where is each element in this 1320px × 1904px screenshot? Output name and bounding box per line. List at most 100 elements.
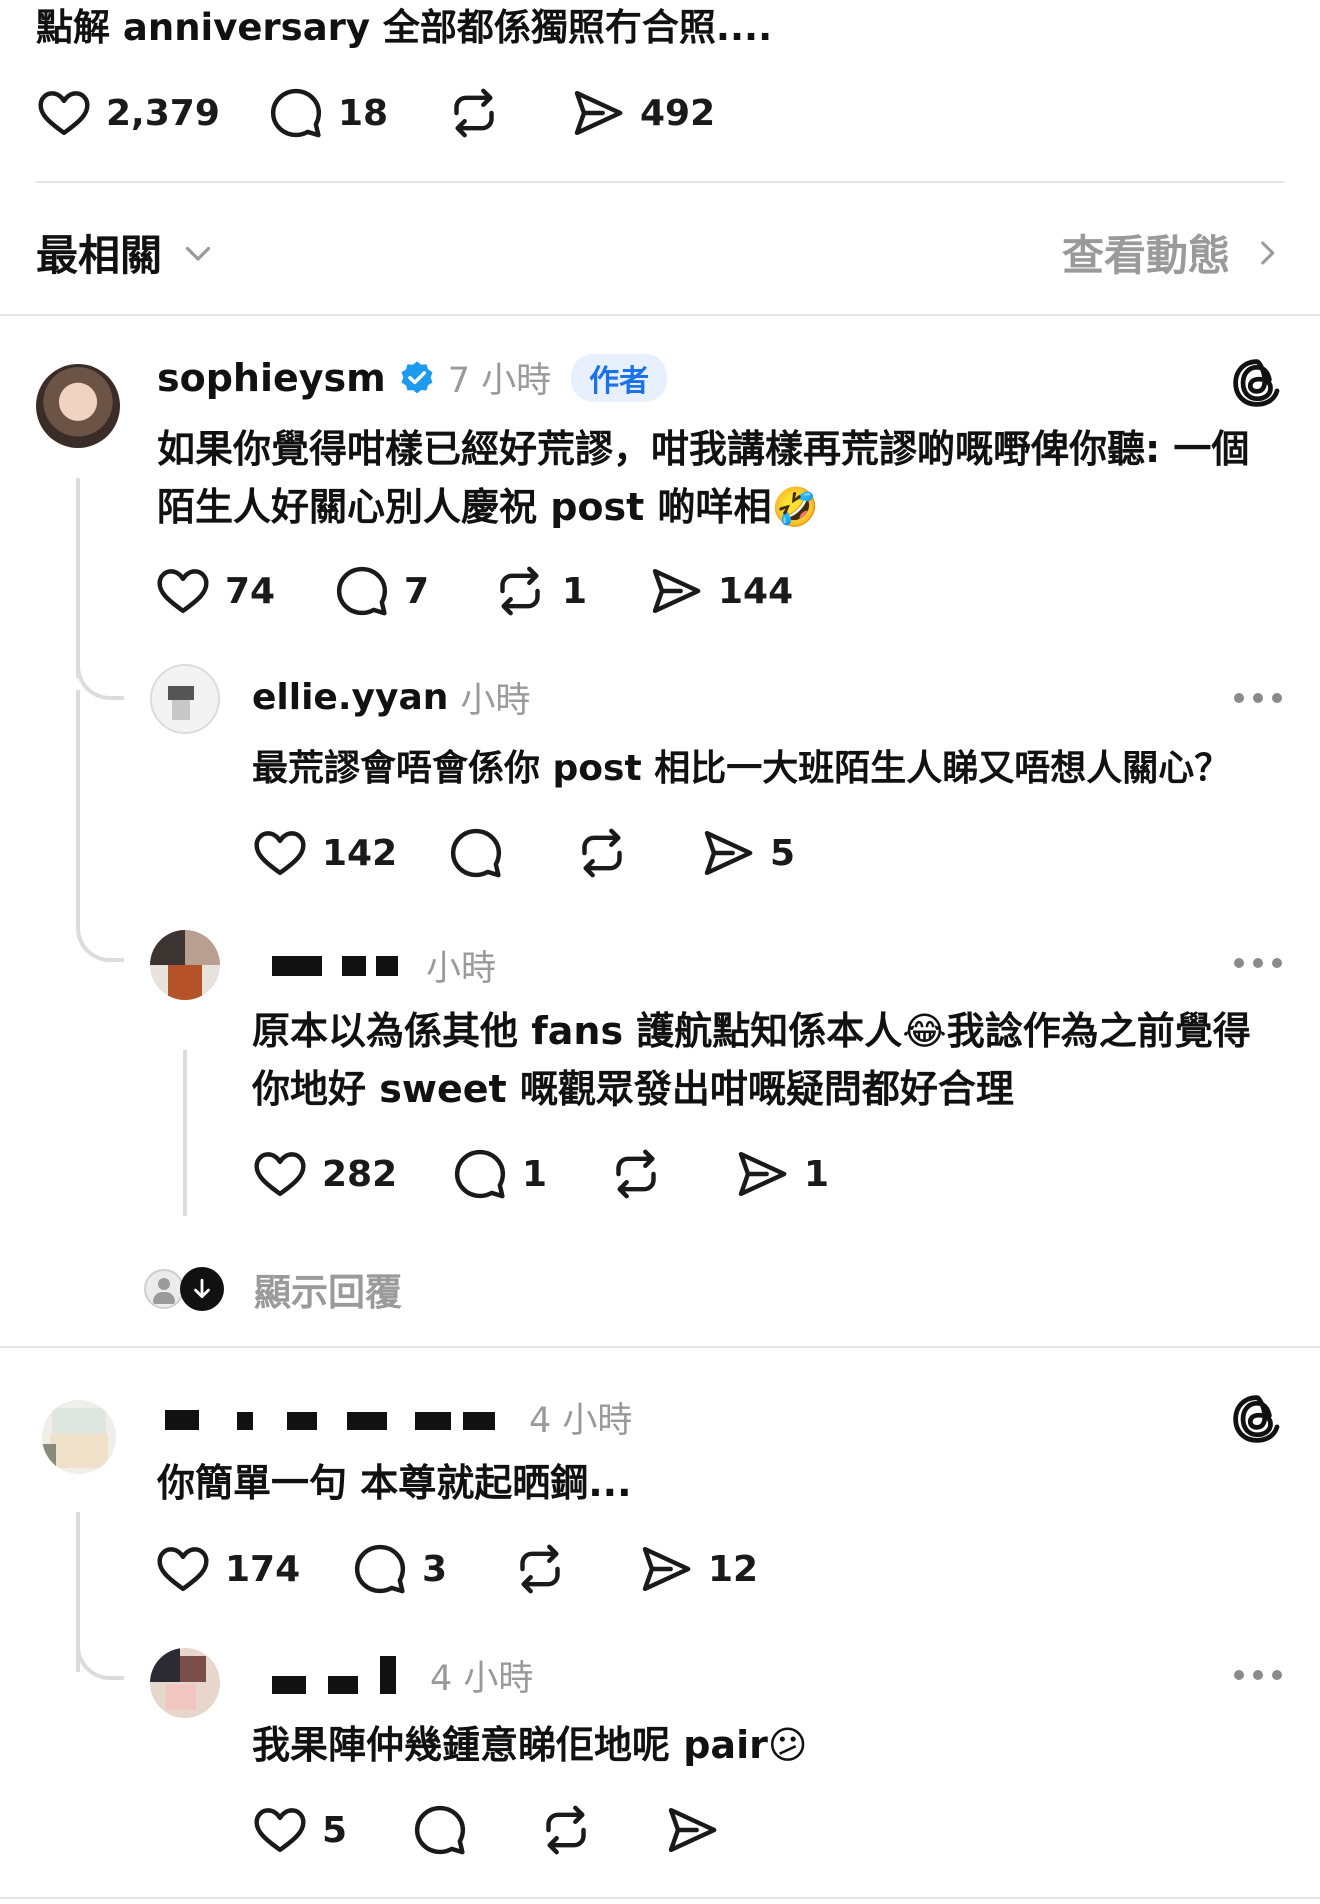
avatar[interactable]	[150, 930, 220, 1000]
threads-logo-icon[interactable]	[1230, 1392, 1284, 1446]
reply-button[interactable]: 3	[352, 1541, 447, 1597]
heart-icon	[252, 1802, 308, 1858]
username[interactable]: sophieysm	[157, 356, 386, 400]
sort-label: 最相關	[36, 231, 163, 280]
comment-icon	[448, 825, 504, 881]
comment-text: 你簡單一句 本尊就起晒鋼...	[157, 1454, 632, 1512]
repost-button[interactable]	[538, 1802, 594, 1858]
like-button[interactable]: 142	[252, 825, 397, 881]
reply-text: 原本以為係其他 fans 護航點知係本人😂我諗作為之前覺得 你地好 sweet …	[252, 1002, 1251, 1118]
reply-text-line: 最荒謬會唔會係你 post 相比一大班陌生人睇又唔想人關心？	[252, 748, 1231, 789]
heart-icon	[252, 825, 308, 881]
avatar[interactable]	[36, 364, 120, 448]
share-button[interactable]: 1	[734, 1146, 829, 1202]
username-redacted	[252, 955, 402, 976]
thread-line	[76, 690, 80, 930]
avatar[interactable]	[42, 1400, 116, 1474]
reply-count: 7	[404, 570, 430, 612]
repost-button[interactable]	[446, 85, 502, 141]
share-count: 5	[770, 832, 796, 874]
share-count: 12	[708, 1548, 759, 1590]
comment-icon	[452, 1146, 508, 1202]
person-icon	[144, 1269, 184, 1309]
reply-count: 18	[338, 92, 389, 134]
like-button[interactable]: 74	[155, 563, 275, 619]
like-count: 74	[225, 570, 276, 612]
comment-icon	[412, 1802, 468, 1858]
share-button[interactable]	[664, 1802, 720, 1858]
thread-line	[76, 478, 80, 678]
divider	[0, 1346, 1320, 1348]
view-activity-label: 查看動態	[1062, 231, 1231, 280]
post-caption: 點解 anniversary 全部都係獨照冇合照....	[36, 6, 773, 49]
divider	[36, 181, 1284, 183]
author-badge: 作者	[571, 353, 668, 402]
username-redacted	[157, 1406, 497, 1430]
comment-header: 4 小時	[157, 1392, 632, 1443]
like-button[interactable]: 5	[252, 1802, 347, 1858]
comment-icon	[352, 1541, 408, 1597]
more-options-button[interactable]	[1234, 958, 1282, 968]
share-button[interactable]: 5	[700, 825, 795, 881]
heart-icon	[36, 85, 92, 141]
more-options-button[interactable]	[1234, 693, 1282, 703]
send-icon	[570, 85, 626, 141]
timestamp: 小時	[426, 949, 497, 989]
comment-text-line: 陌生人好關心別人慶祝 post 啲咩相🤣	[157, 485, 819, 529]
reply-button[interactable]	[412, 1802, 468, 1858]
reply-button[interactable]: 7	[334, 563, 429, 619]
timestamp: 7 小時	[447, 361, 552, 401]
comment-icon	[268, 85, 324, 141]
like-button[interactable]: 174	[155, 1541, 300, 1597]
share-count: 144	[718, 570, 794, 612]
comment-text: 如果你覺得咁樣已經好荒謬，咁我講樣再荒謬啲嘅嘢俾你聽: 一個 陌生人好關心別人慶…	[157, 420, 1249, 536]
reply-text-line: 你地好 sweet 嘅觀眾發出咁嘅疑問都好合理	[252, 1067, 1014, 1111]
verified-badge-icon	[401, 360, 433, 393]
view-activity-link[interactable]: 查看動態	[1062, 222, 1284, 283]
repost-button[interactable]	[512, 1541, 568, 1597]
arrow-down-icon	[180, 1267, 224, 1311]
reply-header: 4 小時	[252, 1650, 533, 1701]
repost-button[interactable]: 1	[492, 563, 587, 619]
like-count: 142	[322, 832, 398, 874]
username-redacted	[252, 1655, 402, 1696]
divider	[0, 314, 1320, 316]
timestamp: 4 小時	[529, 1401, 633, 1441]
avatar[interactable]	[150, 1648, 220, 1718]
share-button[interactable]: 492	[570, 85, 715, 141]
comment-header: sophieysm 7 小時 作者	[157, 352, 668, 403]
thread-connector	[76, 912, 124, 962]
repost-icon	[538, 1802, 594, 1858]
threads-logo-icon[interactable]	[1230, 356, 1284, 410]
send-icon	[734, 1146, 790, 1202]
reply-count: 3	[422, 1548, 448, 1590]
repost-button[interactable]	[608, 1146, 664, 1202]
more-options-button[interactable]	[1234, 1670, 1282, 1680]
thread-line	[183, 1050, 187, 1216]
repost-button[interactable]	[574, 825, 630, 881]
reply-text-line: 我果陣仲幾鍾意睇佢地呢 pair😕	[252, 1723, 808, 1767]
username[interactable]: ellie.yyan	[252, 677, 448, 718]
thread-connector	[76, 660, 124, 700]
reply-header: 小時	[252, 940, 496, 991]
share-count: 492	[640, 92, 716, 134]
show-replies-button[interactable]: 顯示回覆	[144, 1262, 402, 1316]
reply-count: 1	[522, 1153, 548, 1195]
like-button[interactable]: 2,379	[36, 85, 220, 141]
reply-button[interactable]	[448, 825, 504, 881]
reply-button[interactable]: 1	[452, 1146, 547, 1202]
thread-connector	[76, 1640, 124, 1680]
share-button[interactable]: 144	[648, 563, 793, 619]
comment-text-line: 你簡單一句 本尊就起晒鋼...	[157, 1461, 632, 1505]
share-button[interactable]: 12	[638, 1541, 758, 1597]
sort-dropdown[interactable]: 最相關	[36, 222, 216, 283]
like-count: 282	[322, 1153, 398, 1195]
reply-avatars	[144, 1267, 224, 1311]
avatar[interactable]	[150, 664, 220, 734]
comment-icon	[334, 563, 390, 619]
reply-text-line: 原本以為係其他 fans 護航點知係本人😂我諗作為之前覺得	[252, 1009, 1251, 1053]
like-button[interactable]: 282	[252, 1146, 397, 1202]
heart-icon	[155, 1541, 211, 1597]
reply-button[interactable]: 18	[268, 85, 388, 141]
like-count: 174	[225, 1548, 301, 1590]
